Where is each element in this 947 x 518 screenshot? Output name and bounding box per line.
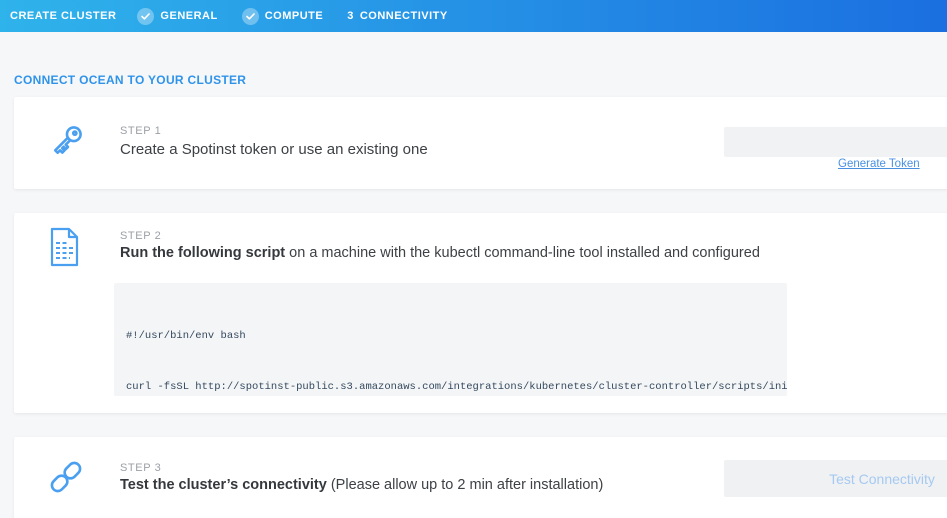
tab-connectivity[interactable]: 3 CONNECTIVITY	[347, 10, 448, 22]
step3-label: STEP 3	[120, 462, 161, 474]
tab-compute-label: COMPUTE	[265, 10, 324, 22]
create-cluster-wizard: CREATE CLUSTER GENERAL COMPUTE 3 CONNECT…	[0, 0, 947, 518]
check-circle-icon	[242, 8, 259, 25]
step1-card: STEP 1 Create a Spotinst token or use an…	[14, 97, 947, 189]
step2-title-bold: Run the following script	[120, 245, 285, 261]
step3-title-bold: Test the cluster’s connectivity	[120, 477, 327, 493]
code-line: #!/usr/bin/env bash	[126, 328, 775, 345]
step1-label: STEP 1	[120, 125, 161, 137]
step3-title-rest: (Please allow up to 2 min after installa…	[327, 477, 603, 493]
wizard-topbar: CREATE CLUSTER GENERAL COMPUTE 3 CONNECT…	[0, 0, 947, 32]
install-script-code-block[interactable]: #!/usr/bin/env bash curl -fsSL http://sp…	[114, 283, 787, 396]
step2-label: STEP 2	[120, 230, 161, 242]
chain-link-icon	[46, 457, 86, 502]
tab-compute[interactable]: COMPUTE	[242, 8, 324, 25]
key-icon	[46, 120, 86, 169]
tab-connectivity-number: 3	[347, 10, 354, 22]
token-input[interactable]	[724, 127, 947, 157]
step2-card: STEP 2 Run the following script on a mac…	[14, 213, 947, 413]
code-line: curl -fsSL http://spotinst-public.s3.ama…	[126, 379, 775, 396]
generate-token-link[interactable]: Generate Token	[838, 158, 920, 170]
step3-title: Test the cluster’s connectivity (Please …	[120, 477, 603, 493]
tab-general[interactable]: GENERAL	[137, 8, 217, 25]
check-circle-icon	[137, 8, 154, 25]
step2-title: Run the following script on a machine wi…	[120, 245, 760, 261]
step1-title: Create a Spotinst token or use an existi…	[120, 141, 428, 158]
step2-title-rest: on a machine with the kubectl command-li…	[285, 245, 760, 261]
script-document-icon	[46, 226, 82, 273]
tab-connectivity-label: CONNECTIVITY	[360, 10, 448, 22]
wizard-title: CREATE CLUSTER	[10, 10, 116, 22]
page-title: CONNECT OCEAN TO YOUR CLUSTER	[14, 73, 246, 87]
step3-card: STEP 3 Test the cluster’s connectivity (…	[14, 437, 947, 518]
test-connectivity-button[interactable]: Test Connectivity	[724, 460, 947, 497]
tab-general-label: GENERAL	[160, 10, 217, 22]
